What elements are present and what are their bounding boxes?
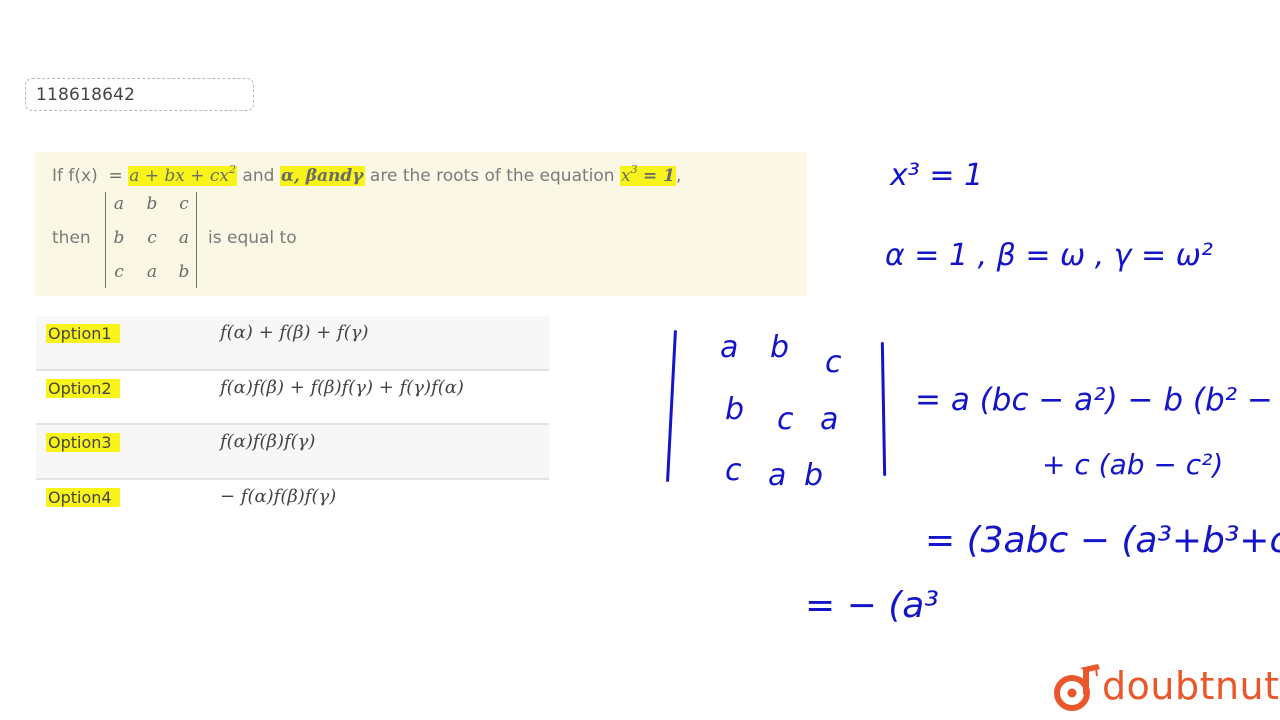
question-line-1: If f(x) = a + bx + cx2 and α, βandγ are … <box>52 163 681 186</box>
doubtnut-logo: doubtnut <box>1052 660 1280 715</box>
hand-matrix-cell: c <box>825 345 842 380</box>
option-value: f(α)f(β)f(γ) <box>220 431 316 452</box>
cubic-equation: x3 = 1 <box>619 163 676 186</box>
hand-matrix-cell: b <box>770 330 790 365</box>
handwritten-line-1: x³ = 1 <box>890 158 984 193</box>
det-cell: c <box>147 228 157 248</box>
question-tail: is equal to <box>208 228 297 248</box>
question-middle-text: are the roots of the equation <box>369 166 615 186</box>
hand-matrix-cell: a <box>820 402 839 437</box>
question-id: 118618642 <box>25 78 254 111</box>
then-text: then <box>52 228 91 248</box>
determinant: a b c b c a c a b <box>105 192 197 288</box>
option-label: Option1 <box>46 324 120 343</box>
hand-matrix-cell: c <box>777 402 794 437</box>
option-row-4[interactable]: Option4 − f(α)f(β)f(γ) <box>36 480 549 535</box>
determinant-right-bar <box>880 341 887 477</box>
option-value: − f(α)f(β)f(γ) <box>220 485 337 507</box>
option-label: Option2 <box>46 378 120 398</box>
hand-matrix-cell: a <box>720 330 739 365</box>
det-cell: c <box>179 194 189 214</box>
fx-expression: a + bx + cx2 <box>128 163 238 186</box>
equals-sign: = <box>108 166 123 186</box>
det-cell: a <box>178 228 190 248</box>
det-cell: b <box>113 228 125 248</box>
option-row-2[interactable]: Option2 f(α)f(β) + f(β)f(γ) + f(γ)f(α) <box>36 371 549 425</box>
option-row-1[interactable]: Option1 f(α) + f(β) + f(γ) <box>36 316 549 371</box>
and-text: and <box>242 166 275 186</box>
det-cell: a <box>146 262 158 282</box>
det-cell: c <box>114 262 124 282</box>
option-value: f(α)f(β) + f(β)f(γ) + f(γ)f(α) <box>220 376 464 398</box>
option-label: Option3 <box>46 433 120 452</box>
determinant-left-bar <box>666 330 677 482</box>
hand-matrix-cell: b <box>804 458 824 493</box>
handwritten-line-2: α = 1 , β = ω , γ = ω² <box>885 238 1213 273</box>
hand-matrix-cell: c <box>725 453 742 488</box>
brand-name: doubtnut <box>1102 664 1280 708</box>
handwritten-expansion-2: + c (ab − c²) <box>1042 448 1224 481</box>
option-label: Option4 <box>46 487 120 507</box>
comma: , <box>675 166 682 186</box>
roots-expression: α, βandγ <box>279 166 365 186</box>
det-cell: b <box>146 194 158 214</box>
hand-matrix-cell: a <box>768 458 787 493</box>
option-row-3[interactable]: Option3 f(α)f(β)f(γ) <box>36 425 549 480</box>
handwritten-expansion-1: = a (bc − a²) − b (b² − ac) <box>915 382 1280 418</box>
option-value: f(α) + f(β) + f(γ) <box>220 322 369 343</box>
options-table: Option1 f(α) + f(β) + f(γ) Option2 f(α)f… <box>36 316 549 534</box>
question-prefix: If f(x) <box>52 166 98 186</box>
hand-matrix-cell: b <box>725 392 745 427</box>
question-panel: If f(x) = a + bx + cx2 and α, βandγ are … <box>35 152 807 296</box>
handwritten-step-2: = (3abc − (a³+b³+c³)) <box>925 520 1280 561</box>
det-cell: a <box>113 194 125 214</box>
det-cell: b <box>178 262 190 282</box>
doubtnut-logo-icon <box>1054 664 1100 711</box>
handwritten-step-3: = − (a³ <box>805 585 939 626</box>
